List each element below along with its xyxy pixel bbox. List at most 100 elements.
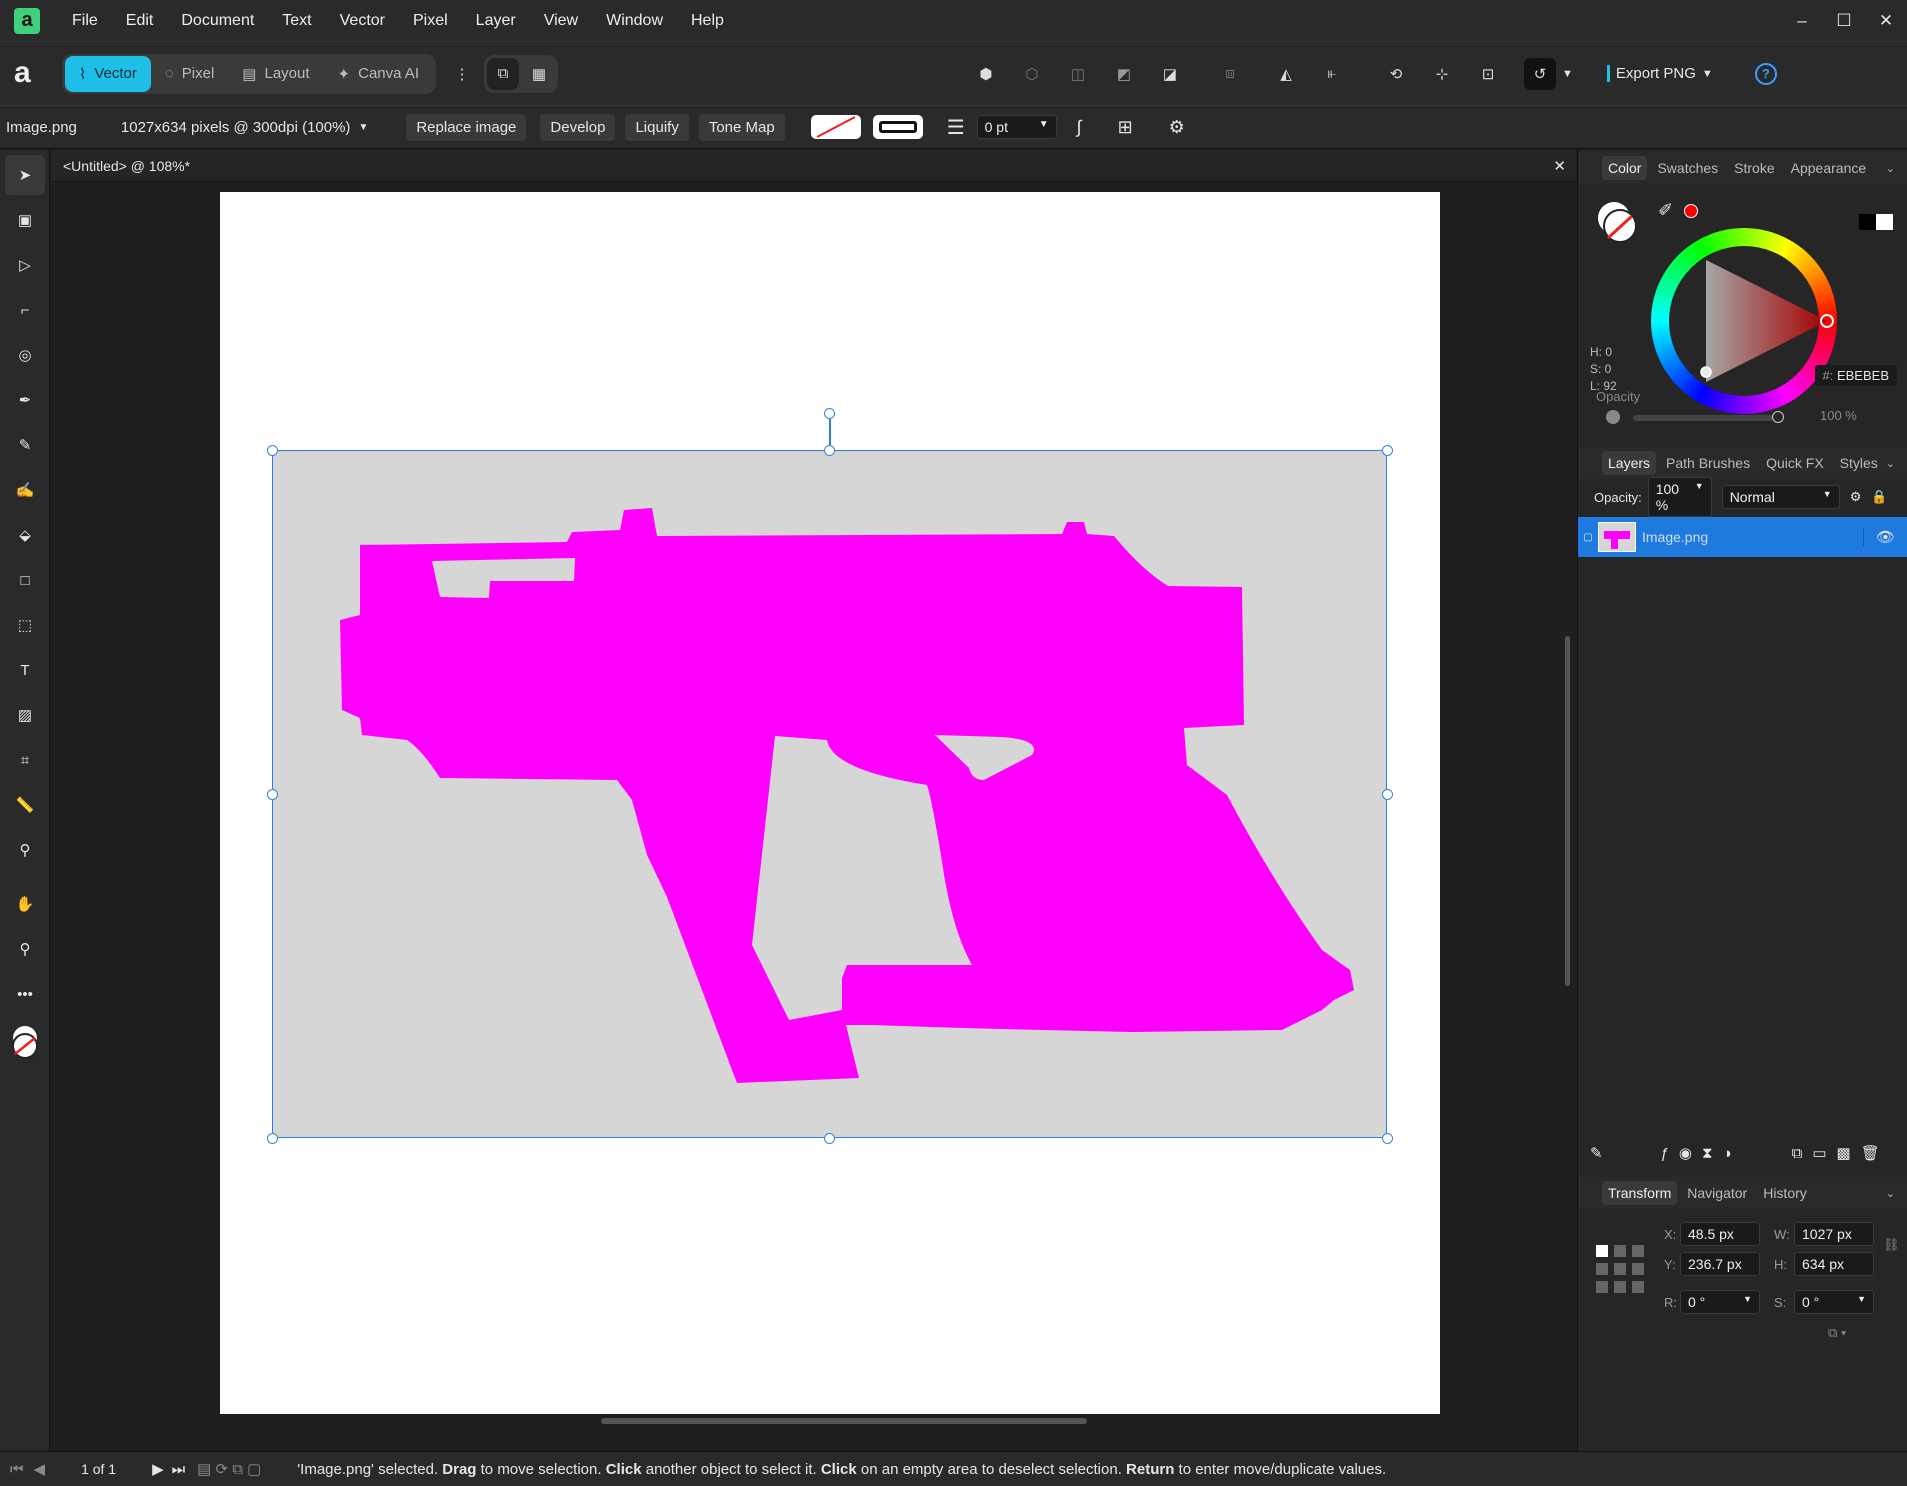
pressure-curve-icon[interactable]: ∫ xyxy=(1077,117,1082,138)
shear-field[interactable]: 0 ° ▼ xyxy=(1794,1290,1874,1314)
hand-tool-icon[interactable]: ✋ xyxy=(5,884,45,924)
arrange-icon[interactable]: ⧈ xyxy=(1214,58,1246,90)
blend-mode-select[interactable]: Normal ▼ xyxy=(1721,485,1840,509)
rotation-field[interactable]: 0 ° ▼ xyxy=(1680,1290,1760,1314)
maximize-button[interactable]: ☐ xyxy=(1823,11,1865,31)
transform-origin-icon[interactable]: ⧉ ▾ xyxy=(1828,1325,1846,1341)
more-options-icon[interactable]: ⋮ xyxy=(446,58,478,90)
tab-navigator[interactable]: Navigator xyxy=(1681,1181,1753,1205)
menu-edit[interactable]: Edit xyxy=(112,12,168,30)
grid-view-icon[interactable]: ▦ xyxy=(523,58,555,90)
tab-appearance[interactable]: Appearance xyxy=(1785,156,1873,180)
h-field[interactable]: 634 px xyxy=(1794,1252,1874,1276)
live-filter-icon[interactable]: ◑ xyxy=(1723,1145,1732,1162)
anchor-grid-icon[interactable] xyxy=(1596,1245,1644,1293)
chevron-down-icon[interactable]: ▼ xyxy=(358,122,368,133)
chevron-down-icon[interactable]: ⌄ xyxy=(1880,158,1901,179)
help-icon[interactable]: ? xyxy=(1754,62,1777,85)
opacity-slider[interactable] xyxy=(1633,415,1773,421)
pencil-tool-icon[interactable]: ✎ xyxy=(5,425,45,465)
layer-opacity-field[interactable]: 100 % ▼ xyxy=(1647,477,1712,517)
subtract-icon[interactable]: ⬡ xyxy=(1016,58,1048,90)
menu-text[interactable]: Text xyxy=(268,12,325,30)
menu-file[interactable]: File xyxy=(58,12,112,30)
pen-tool-icon[interactable]: ✒ xyxy=(5,380,45,420)
image-dimensions[interactable]: 1027x634 pixels @ 300dpi (100%) xyxy=(121,119,351,136)
x-field[interactable]: 48.5 px xyxy=(1680,1222,1760,1246)
add-shapes-icon[interactable]: ⬢ xyxy=(970,58,1002,90)
color-mode-icon[interactable] xyxy=(1859,214,1893,230)
resize-handle-tr[interactable] xyxy=(1382,445,1393,456)
tone-map-button[interactable]: Tone Map xyxy=(698,113,785,141)
trash-icon[interactable]: 🗑 xyxy=(1861,1144,1880,1162)
close-window-button[interactable]: ✕ xyxy=(1865,11,1907,31)
stroke-width-field[interactable]: 0 pt ▼ xyxy=(976,115,1057,139)
intersect-icon[interactable]: ◫ xyxy=(1062,58,1094,90)
rotation-handle[interactable] xyxy=(824,408,835,419)
prev-page-icon[interactable]: ◀ xyxy=(34,1460,46,1478)
crop-tool-icon[interactable]: ⌗ xyxy=(5,740,45,780)
replace-image-button[interactable]: Replace image xyxy=(406,113,527,141)
stroke-weight-icon[interactable]: ☰ xyxy=(947,115,965,140)
divide-icon[interactable]: ◪ xyxy=(1154,58,1186,90)
tab-layers[interactable]: Layers xyxy=(1602,451,1657,475)
color-wheel[interactable] xyxy=(1651,228,1837,414)
adjustment-icon[interactable]: ⧗ xyxy=(1702,1145,1713,1162)
minimize-button[interactable]: – xyxy=(1781,11,1823,31)
corner-tool-icon[interactable]: ⌐ xyxy=(5,290,45,330)
tab-swatches[interactable]: Swatches xyxy=(1651,156,1724,180)
transform-grid-icon[interactable]: ⊞ xyxy=(1118,117,1133,138)
quick-assets-icon[interactable]: ⧉ xyxy=(486,57,519,90)
gear-icon[interactable]: ⚙ xyxy=(1850,489,1862,505)
menu-help[interactable]: Help xyxy=(677,12,738,30)
new-layer-icon[interactable]: ▭ xyxy=(1812,1144,1826,1162)
chevron-down-icon[interactable]: ⌄ xyxy=(1880,1183,1901,1204)
document-tab[interactable]: <Untitled> @ 108%* ✕ xyxy=(51,150,1576,182)
flip-icon[interactable]: ◭ xyxy=(1270,58,1302,90)
menu-layer[interactable]: Layer xyxy=(462,12,530,30)
horizontal-scrollbar[interactable] xyxy=(601,1418,1087,1424)
link-aspect-icon[interactable]: ⛓ xyxy=(1883,1237,1900,1253)
menu-pixel[interactable]: Pixel xyxy=(399,12,462,30)
opacity-value[interactable]: 100 % xyxy=(1820,408,1857,423)
move-tool-icon[interactable]: ➤ xyxy=(5,155,45,195)
tab-color[interactable]: Color xyxy=(1602,156,1648,180)
w-field[interactable]: 1027 px xyxy=(1794,1222,1874,1246)
first-page-icon[interactable]: ⏮ xyxy=(10,1461,24,1478)
hex-field[interactable]: #: EBEBEB xyxy=(1814,365,1897,386)
tab-styles[interactable]: Styles xyxy=(1834,451,1884,475)
menu-document[interactable]: Document xyxy=(167,12,268,30)
fill-tool-icon[interactable]: ⬙ xyxy=(5,515,45,555)
align-icon[interactable]: ⫦ xyxy=(1316,58,1348,90)
layer-row[interactable]: ▢ Image.png 👁 xyxy=(1578,517,1907,557)
snap-nodes-icon[interactable]: ⊹ xyxy=(1426,58,1458,90)
tab-stroke[interactable]: Stroke xyxy=(1728,156,1780,180)
vertical-scrollbar[interactable] xyxy=(1565,636,1570,986)
liquify-button[interactable]: Liquify xyxy=(625,113,689,141)
vector-brush-icon[interactable]: ✍ xyxy=(5,470,45,510)
fx-icon[interactable]: ƒ xyxy=(1661,1145,1669,1162)
resize-handle-bl[interactable] xyxy=(267,1133,278,1144)
snap-bounds-icon[interactable]: ⊡ xyxy=(1472,58,1504,90)
resize-handle-bm[interactable] xyxy=(824,1133,835,1144)
xor-icon[interactable]: ◩ xyxy=(1108,58,1140,90)
develop-button[interactable]: Develop xyxy=(540,113,616,141)
pixel-layer-icon[interactable]: ▩ xyxy=(1837,1144,1851,1162)
snap-transform-icon[interactable]: ⟲ xyxy=(1380,58,1412,90)
shape-tool-icon[interactable]: ⬚ xyxy=(5,605,45,645)
menu-window[interactable]: Window xyxy=(592,12,677,30)
resize-handle-mr[interactable] xyxy=(1382,789,1393,800)
resize-handle-tl[interactable] xyxy=(267,445,278,456)
menu-vector[interactable]: Vector xyxy=(326,12,399,30)
lock-icon[interactable]: 🔒 xyxy=(1871,489,1887,505)
resize-handle-tm[interactable] xyxy=(824,445,835,456)
opacity-slider-thumb[interactable] xyxy=(1772,411,1784,423)
persona-canva-ai[interactable]: ✦ Canva AI xyxy=(324,56,433,92)
point-transform-icon[interactable]: ◎ xyxy=(5,335,45,375)
stroke-swatch[interactable] xyxy=(872,115,923,139)
eyedropper-icon[interactable]: ✐ xyxy=(1658,200,1673,221)
measure-tool-icon[interactable]: 📏 xyxy=(5,785,45,825)
rectangle-tool-icon[interactable]: □ xyxy=(5,560,45,600)
zoom-tool-icon[interactable]: ⚲ xyxy=(5,929,45,969)
node-tool-icon[interactable]: ▷ xyxy=(5,245,45,285)
